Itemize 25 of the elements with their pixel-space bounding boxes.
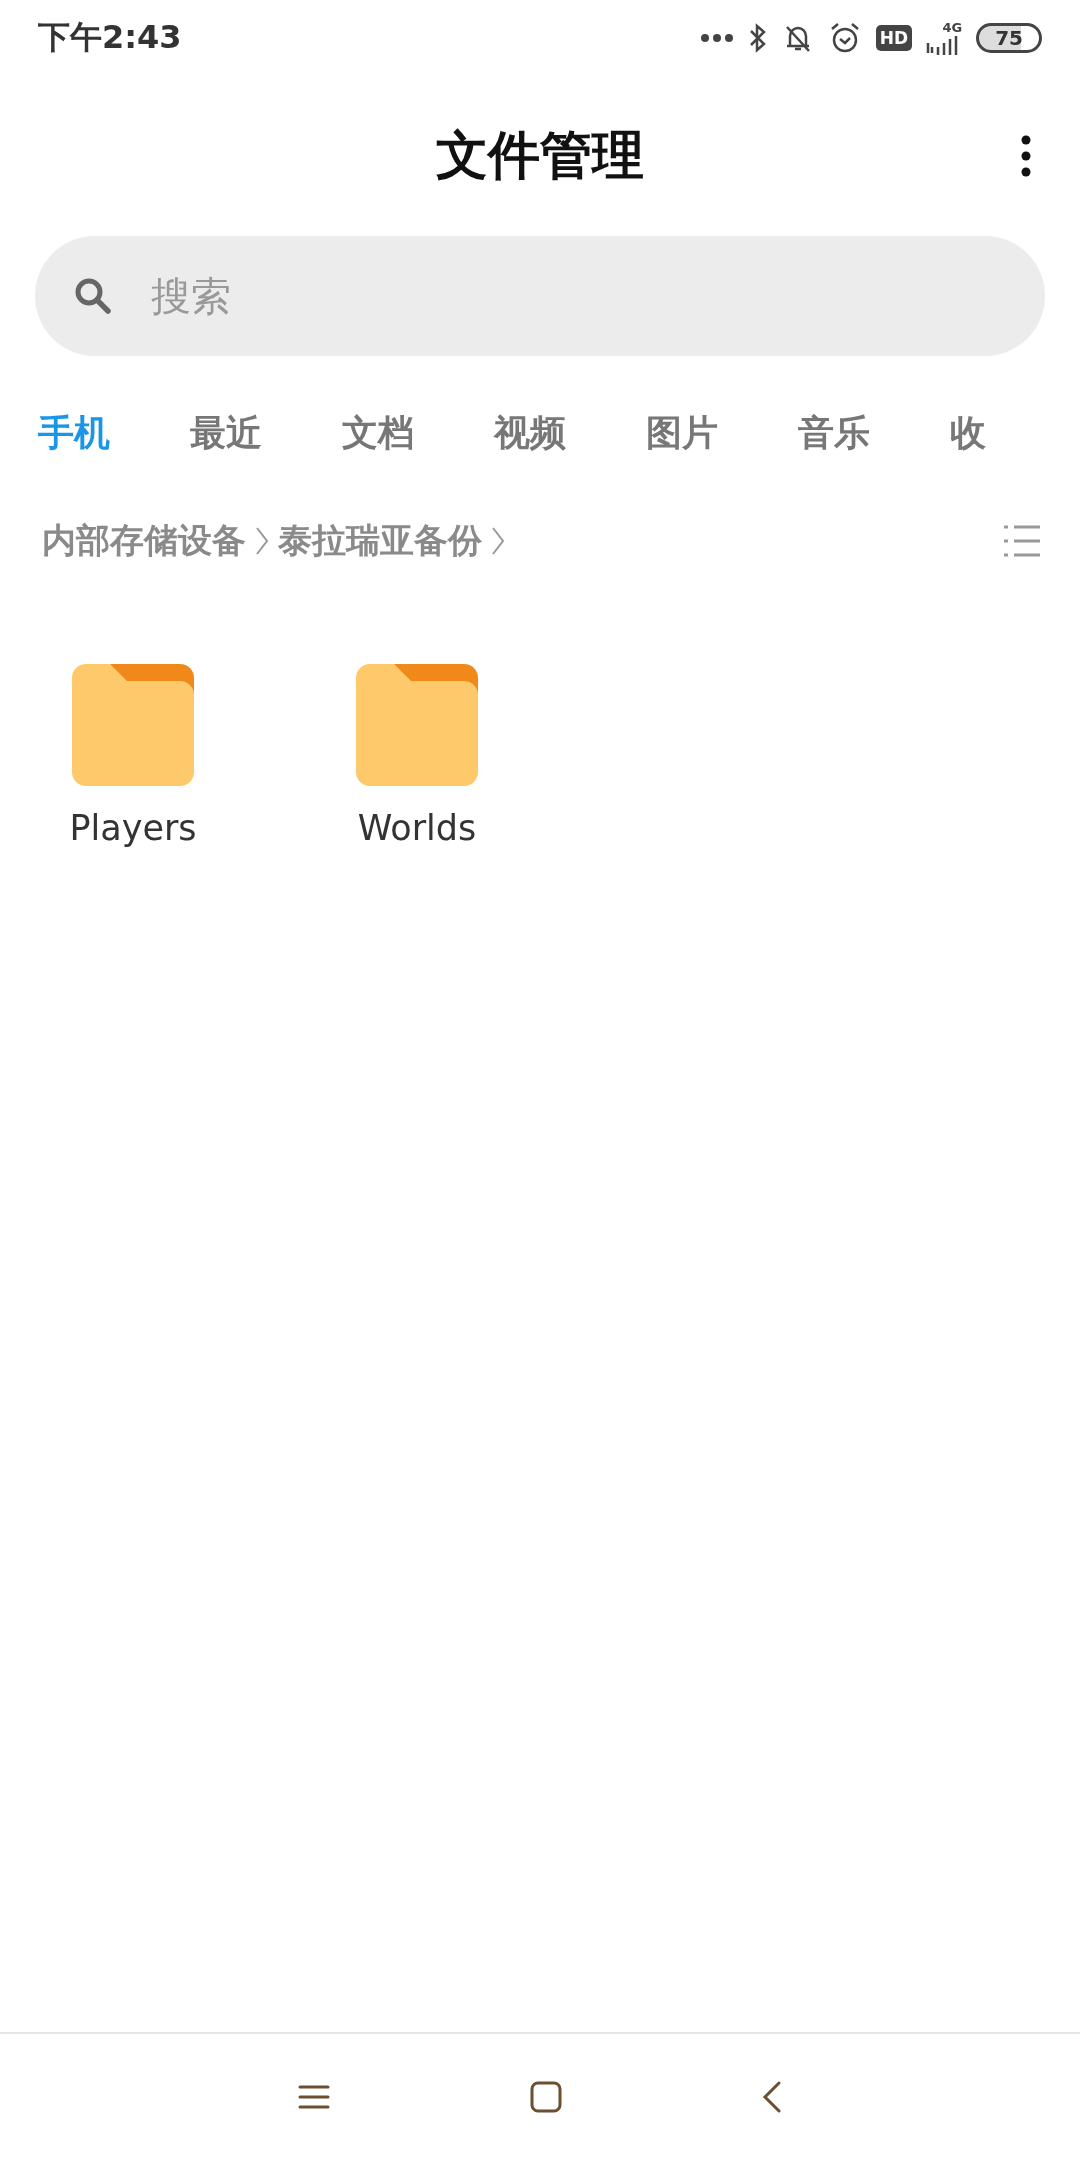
battery-indicator: 75 [976, 23, 1042, 53]
folder-name[interactable]: Worlds [357, 808, 477, 848]
category-tab[interactable]: 收 [950, 408, 986, 458]
breadcrumb-item[interactable]: 泰拉瑞亚备份 [278, 518, 482, 564]
more-menu-icon[interactable] [1020, 134, 1032, 178]
category-tab[interactable]: 文档 [342, 408, 414, 458]
home-square-icon[interactable] [530, 2081, 562, 2113]
category-tab[interactable]: 视频 [494, 408, 566, 458]
search-icon [73, 276, 113, 316]
list-view-icon[interactable] [1002, 524, 1042, 558]
page-title: 文件管理 [436, 124, 644, 187]
network-type: 4G [942, 21, 963, 35]
category-tab[interactable]: 音乐 [798, 408, 870, 458]
folder-name[interactable]: Players [69, 808, 197, 848]
category-tab[interactable]: 图片 [646, 408, 718, 458]
hd-badge: HD [875, 25, 913, 51]
breadcrumb-item[interactable]: 内部存储设备 [42, 518, 246, 564]
menu-icon[interactable] [298, 2084, 330, 2110]
search-field[interactable]: 搜索 [35, 236, 1045, 356]
bluetooth-icon [747, 22, 768, 54]
status-time: 下午2:43 [38, 17, 182, 58]
category-tab[interactable]: 手机 [38, 408, 110, 458]
back-icon[interactable] [762, 2081, 782, 2113]
category-tab[interactable]: 最近 [190, 408, 262, 458]
more-dots-icon [699, 33, 734, 43]
